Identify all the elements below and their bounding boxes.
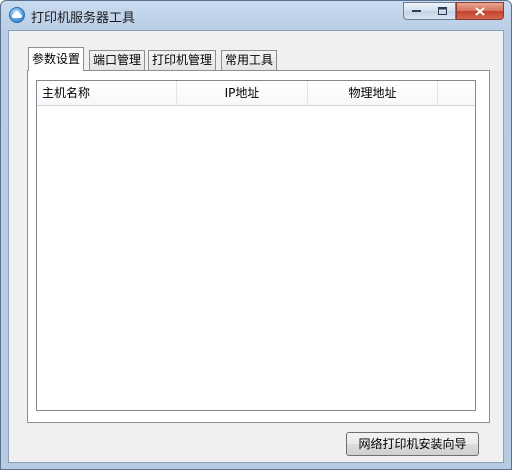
column-header-hostname[interactable]: 主机名称	[37, 81, 177, 105]
list-header: 主机名称 IP地址 物理地址	[37, 81, 475, 106]
minimize-icon	[412, 10, 421, 12]
tab-params[interactable]: 参数设置	[28, 47, 85, 71]
tab-printers[interactable]: 打印机管理	[148, 50, 217, 70]
tab-panel: 主机名称 IP地址 物理地址	[27, 70, 490, 423]
minimize-button[interactable]	[403, 2, 430, 20]
host-list[interactable]: 主机名称 IP地址 物理地址	[36, 80, 476, 411]
app-window: 打印机服务器工具 参数设置 端口管理 打印机管理 常用工具 主机名称 IP地址 …	[0, 0, 512, 470]
column-header-ip[interactable]: IP地址	[177, 81, 308, 105]
close-icon	[475, 6, 485, 16]
column-header-filler	[438, 81, 475, 105]
close-button[interactable]	[456, 2, 504, 20]
client-area: 参数设置 端口管理 打印机管理 常用工具 主机名称 IP地址 物理地址 网络打印…	[8, 30, 504, 463]
cloud-app-icon	[9, 7, 25, 23]
tab-ports[interactable]: 端口管理	[89, 50, 146, 70]
column-header-mac[interactable]: 物理地址	[308, 81, 438, 105]
maximize-button[interactable]	[429, 2, 456, 20]
window-title: 打印机服务器工具	[31, 11, 136, 26]
tab-tools[interactable]: 常用工具	[221, 50, 278, 70]
title-bar[interactable]: 打印机服务器工具	[1, 1, 511, 31]
maximize-icon	[437, 7, 447, 15]
printer-install-wizard-button[interactable]: 网络打印机安装向导	[346, 432, 479, 456]
